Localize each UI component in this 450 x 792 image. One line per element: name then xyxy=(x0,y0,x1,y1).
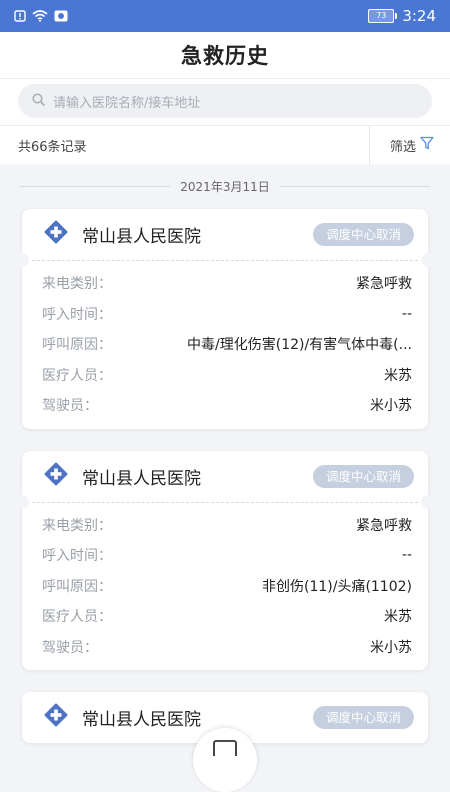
field-row-call-reason: 呼叫原因： 中毒/理化伤害(12)/有害气体中毒(... xyxy=(42,329,412,360)
field-value: 米小苏 xyxy=(370,639,412,656)
date-separator: 2021年3月11日 xyxy=(20,178,431,195)
ticket-notch xyxy=(15,494,29,509)
record-count: 共66条记录 xyxy=(18,139,87,155)
battery-icon: 73 xyxy=(368,9,398,23)
clock: 3:24 xyxy=(402,7,436,25)
field-value: -- xyxy=(401,305,412,322)
field-value: 米苏 xyxy=(384,367,412,384)
record-card[interactable]: 常山县人民医院 调度中心取消 来电类别： 紧急呼救 呼入时间： -- 呼叫原因：… xyxy=(15,209,435,429)
hospital-name: 常山县人民医院 xyxy=(82,710,201,730)
field-value: 紧急呼救 xyxy=(356,517,412,534)
filter-label: 筛选 xyxy=(389,139,416,155)
hospital-name: 常山县人民医院 xyxy=(82,227,201,247)
field-row-call-time: 呼入时间： -- xyxy=(42,299,412,330)
field-row-call-reason: 呼叫原因： 非创伤(11)/头痛(1102) xyxy=(42,571,412,602)
funnel-icon xyxy=(420,136,434,154)
search-area: 请输入医院名称/接车地址 xyxy=(0,79,450,125)
card-header: 常山县人民医院 调度中心取消 xyxy=(22,451,428,502)
field-value: 米苏 xyxy=(384,609,412,626)
battery-level: 73 xyxy=(376,11,387,20)
field-label: 驾驶员： xyxy=(42,639,98,656)
field-row-driver: 驾驶员： 米小苏 xyxy=(42,632,412,663)
field-value: 紧急呼救 xyxy=(356,276,412,293)
ticket-notch xyxy=(15,253,29,267)
status-badge: 调度中心取消 xyxy=(312,464,414,488)
field-label: 医疗人员： xyxy=(42,609,112,626)
filter-button[interactable]: 筛选 xyxy=(368,126,450,164)
field-label: 呼叫原因： xyxy=(42,337,112,354)
scan-icon xyxy=(213,740,237,792)
divider xyxy=(20,186,171,187)
page-title: 急救历史 xyxy=(0,32,450,79)
ticket-notch xyxy=(421,494,435,509)
filter-bar: 共66条记录 筛选 xyxy=(0,125,450,164)
field-row-medical-staff: 医疗人员： 米苏 xyxy=(42,360,412,391)
status-badge: 调度中心取消 xyxy=(312,706,414,729)
hospital-cross-icon xyxy=(44,220,68,249)
status-badge: 调度中心取消 xyxy=(312,223,414,246)
card-header: 常山县人民医院 调度中心取消 xyxy=(22,209,428,260)
field-label: 来电类别： xyxy=(42,517,112,534)
dashed-divider xyxy=(15,253,435,267)
wifi-icon xyxy=(32,10,48,22)
scan-button[interactable] xyxy=(193,728,257,792)
field-label: 医疗人员： xyxy=(42,367,112,384)
divider xyxy=(279,186,431,187)
search-input[interactable]: 请输入医院名称/接车地址 xyxy=(18,84,432,118)
field-label: 呼入时间： xyxy=(42,306,112,323)
hospital-name: 常山县人民医院 xyxy=(82,468,201,489)
field-row-call-type: 来电类别： 紧急呼救 xyxy=(42,510,412,541)
search-icon xyxy=(32,92,45,110)
status-bar: 73 3:24 xyxy=(0,0,450,32)
field-row-medical-staff: 医疗人员： 米苏 xyxy=(42,601,412,632)
field-value: 米小苏 xyxy=(370,398,412,415)
hospital-cross-icon xyxy=(44,703,68,732)
field-value: 中毒/理化伤害(12)/有害气体中毒(... xyxy=(187,337,412,354)
field-row-call-time: 呼入时间： -- xyxy=(42,540,412,571)
field-label: 驾驶员： xyxy=(42,398,98,415)
app-notification-icon xyxy=(54,10,68,22)
dashed-divider xyxy=(15,494,435,509)
record-card[interactable]: 常山县人民医院 调度中心取消 来电类别： 紧急呼救 呼入时间： -- 呼叫原因：… xyxy=(15,450,435,670)
field-label: 呼入时间： xyxy=(42,548,112,565)
field-value: 非创伤(11)/头痛(1102) xyxy=(261,578,412,595)
date-label: 2021年3月11日 xyxy=(180,180,270,194)
field-row-driver: 驾驶员： 米小苏 xyxy=(42,390,412,421)
hospital-cross-icon xyxy=(44,462,68,491)
ticket-notch xyxy=(421,253,435,267)
field-label: 呼叫原因： xyxy=(42,578,112,595)
search-placeholder: 请输入医院名称/接车地址 xyxy=(53,95,201,111)
field-value: -- xyxy=(401,547,412,564)
field-label: 来电类别： xyxy=(42,276,112,293)
notification-icon xyxy=(14,10,26,22)
field-row-call-type: 来电类别： 紧急呼救 xyxy=(42,268,412,299)
